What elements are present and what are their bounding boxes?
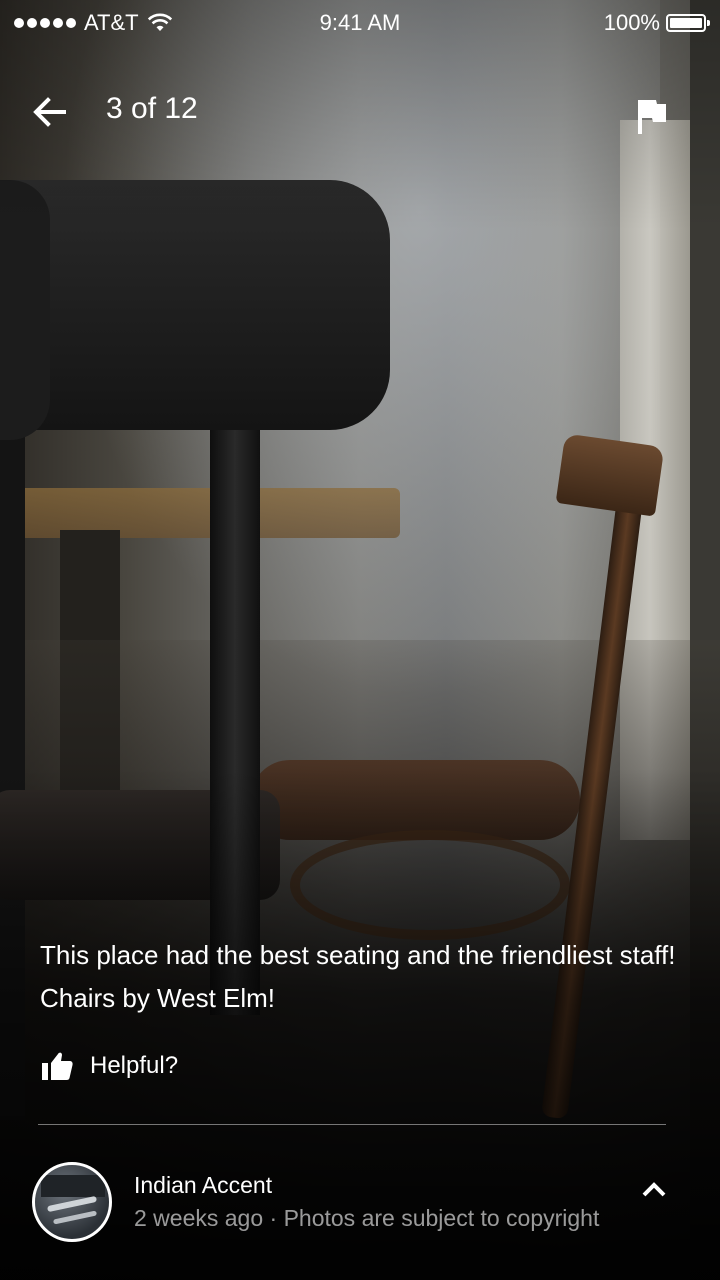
thumbs-up-icon — [42, 1052, 73, 1080]
helpful-label: Helpful? — [90, 1052, 179, 1079]
review-photo — [0, 0, 720, 1280]
chevron-up-icon — [642, 1182, 666, 1197]
author-name[interactable]: Indian Accent — [134, 1172, 272, 1199]
flag-icon — [638, 100, 666, 134]
photo-counter: 3 of 12 — [106, 92, 198, 125]
arrow-left-icon — [33, 97, 66, 127]
photo-meta: 2 weeks ago · Photos are subject to copy… — [134, 1205, 600, 1231]
divider — [38, 1124, 666, 1125]
avatar[interactable] — [32, 1162, 112, 1242]
helpful-button[interactable]: Helpful? — [40, 1050, 178, 1082]
battery-indicator: 100% — [603, 10, 710, 36]
status-bar: AT&T 9:41 AM 100% — [0, 0, 720, 42]
battery-icon — [666, 14, 710, 32]
report-button[interactable] — [632, 96, 672, 136]
back-button[interactable] — [28, 90, 72, 134]
review-caption: This place had the best seating and the … — [40, 940, 676, 1013]
photo-viewer-header: 3 of 12 — [0, 78, 720, 142]
expand-button[interactable] — [636, 1172, 672, 1208]
battery-percent: 100% — [603, 10, 660, 35]
